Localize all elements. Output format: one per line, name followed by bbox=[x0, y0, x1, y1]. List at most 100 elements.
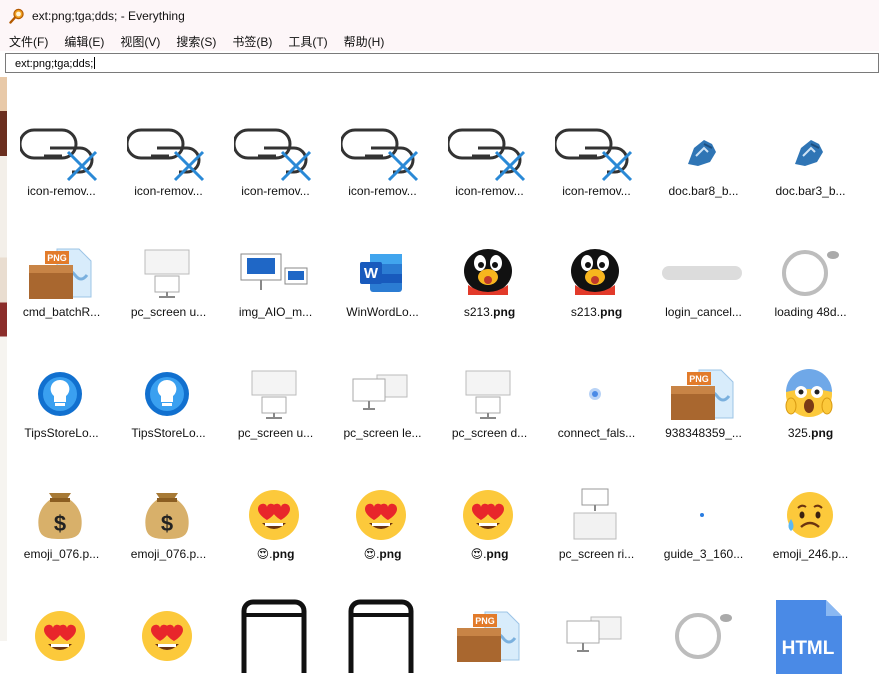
word-logo-icon: W bbox=[341, 233, 421, 313]
file-thumbnail-item[interactable]: pc_screen u... bbox=[222, 326, 329, 447]
dual-monitor-icon bbox=[555, 596, 635, 676]
file-name-label: guide_3_160... bbox=[663, 547, 744, 561]
file-thumbnail-item[interactable] bbox=[8, 568, 115, 689]
file-name-label: 😍.png bbox=[256, 547, 295, 561]
svg-text:PNG: PNG bbox=[475, 616, 495, 626]
file-name-label: loading 48d... bbox=[774, 305, 847, 319]
file-thumbnail-item[interactable]: login_cancel... bbox=[650, 205, 757, 326]
file-name-label: s213.png bbox=[570, 305, 623, 319]
file-thumbnail-item[interactable]: icon-remov... bbox=[436, 84, 543, 205]
file-name-label: icon-remov... bbox=[562, 184, 631, 198]
file-thumbnail-item[interactable] bbox=[222, 568, 329, 689]
file-thumbnail-item[interactable]: $ emoji_076.p... bbox=[115, 447, 222, 568]
dual-monitor-icon bbox=[341, 354, 421, 434]
file-thumbnail-item[interactable] bbox=[329, 568, 436, 689]
file-thumbnail-item[interactable]: connect_fals... bbox=[543, 326, 650, 447]
file-thumbnail-item[interactable]: icon-remov... bbox=[8, 84, 115, 205]
file-name-label: emoji_246.p... bbox=[772, 547, 849, 561]
file-thumbnail-item[interactable]: loading 48d... bbox=[757, 205, 864, 326]
file-name-label: 😍.png bbox=[363, 547, 402, 561]
blue-dot-icon bbox=[555, 354, 635, 434]
file-name-label: doc.bar8_b... bbox=[668, 184, 739, 198]
heart-eyes-emoji-icon bbox=[341, 475, 421, 555]
hand-blue-icon bbox=[662, 112, 742, 192]
file-thumbnail-item[interactable]: icon-remov... bbox=[329, 84, 436, 205]
svg-text:$: $ bbox=[161, 511, 173, 536]
file-thumbnail-item[interactable]: 😍.png bbox=[222, 447, 329, 568]
file-name-label: connect_fals... bbox=[557, 426, 636, 440]
file-name-label: pc_screen u... bbox=[237, 426, 314, 440]
file-name-label: WinWordLo... bbox=[346, 305, 419, 319]
file-name-label: icon-remov... bbox=[134, 184, 203, 198]
monitor-icon bbox=[234, 354, 314, 434]
file-thumbnail-item[interactable]: TipsStoreLo... bbox=[115, 326, 222, 447]
file-thumbnail-item[interactable]: guide_3_160... bbox=[650, 447, 757, 568]
file-thumbnail-item[interactable] bbox=[543, 568, 650, 689]
file-thumbnail-item[interactable]: img_AIO_m... bbox=[222, 205, 329, 326]
heart-eyes-emoji-icon bbox=[20, 596, 100, 676]
file-thumbnail-item[interactable]: pc_screen u... bbox=[115, 205, 222, 326]
remove-link-icon bbox=[341, 112, 421, 192]
monitor-stack-icon bbox=[555, 475, 635, 555]
file-name-label: pc_screen d... bbox=[451, 426, 528, 440]
file-thumbnail-item[interactable]: pc_screen le... bbox=[329, 326, 436, 447]
loading-ring-icon bbox=[662, 596, 742, 676]
heart-eyes-emoji-icon bbox=[234, 475, 314, 555]
two-screens-icon bbox=[234, 233, 314, 313]
file-thumbnail-item[interactable]: icon-remov... bbox=[115, 84, 222, 205]
qq-penguin-icon bbox=[555, 233, 635, 313]
file-thumbnail-item[interactable]: $ emoji_076.p... bbox=[8, 447, 115, 568]
file-thumbnail-item[interactable] bbox=[650, 568, 757, 689]
svg-text:PNG: PNG bbox=[689, 374, 709, 384]
file-thumbnail-item[interactable]: pc_screen ri... bbox=[543, 447, 650, 568]
sad-sweat-emoji-icon bbox=[769, 475, 849, 555]
file-name-label: icon-remov... bbox=[348, 184, 417, 198]
file-name-label: pc_screen u... bbox=[130, 305, 207, 319]
file-thumbnail-item[interactable]: pc_screen d... bbox=[436, 326, 543, 447]
file-thumbnail-item[interactable]: W WinWordLo... bbox=[329, 205, 436, 326]
file-thumbnail-item[interactable]: TipsStoreLo... bbox=[8, 326, 115, 447]
file-thumbnail-item[interactable]: 325.png bbox=[757, 326, 864, 447]
svg-text:$: $ bbox=[54, 511, 66, 536]
file-thumbnail-item[interactable]: 😍.png bbox=[329, 447, 436, 568]
file-thumbnail-item[interactable]: s213.png bbox=[543, 205, 650, 326]
file-thumbnail-item[interactable] bbox=[115, 568, 222, 689]
file-thumbnail-item[interactable]: PNG cmd_batchR... bbox=[8, 205, 115, 326]
gray-pill-icon bbox=[662, 233, 742, 313]
file-thumbnail-item[interactable]: HTML bbox=[757, 568, 864, 689]
heart-eyes-emoji-icon bbox=[127, 596, 207, 676]
phone-outline-icon bbox=[234, 596, 314, 676]
file-thumbnail-item[interactable]: doc.bar3_b... bbox=[757, 84, 864, 205]
file-thumbnail-item[interactable]: icon-remov... bbox=[222, 84, 329, 205]
hand-blue-icon bbox=[769, 112, 849, 192]
bulb-logo-icon bbox=[20, 354, 100, 434]
scream-emoji-icon bbox=[769, 354, 849, 434]
loading-ring-icon bbox=[769, 233, 849, 313]
heart-eyes-emoji-icon bbox=[448, 475, 528, 555]
svg-text:PNG: PNG bbox=[47, 253, 67, 263]
file-thumbnail-item[interactable]: s213.png bbox=[436, 205, 543, 326]
file-name-label: 938348359_... bbox=[665, 426, 742, 440]
file-thumbnail-item[interactable]: doc.bar8_b... bbox=[650, 84, 757, 205]
file-thumbnail-item[interactable]: 😍.png bbox=[436, 447, 543, 568]
file-name-label: TipsStoreLo... bbox=[131, 426, 206, 440]
file-thumbnail-item[interactable]: PNG 938348359_... bbox=[650, 326, 757, 447]
file-thumbnail-item[interactable]: PNG bbox=[436, 568, 543, 689]
phone-outline-icon bbox=[341, 596, 421, 676]
monitor-icon bbox=[127, 233, 207, 313]
file-name-label: icon-remov... bbox=[27, 184, 96, 198]
file-name-label: emoji_076.p... bbox=[130, 547, 207, 561]
file-name-label: pc_screen le... bbox=[343, 426, 422, 440]
file-name-label: pc_screen ri... bbox=[558, 547, 635, 561]
html-file-icon: HTML bbox=[769, 596, 849, 676]
bulb-logo-icon bbox=[127, 354, 207, 434]
qq-penguin-icon bbox=[448, 233, 528, 313]
remove-link-icon bbox=[555, 112, 635, 192]
file-name-label: 😍.png bbox=[470, 547, 509, 561]
file-name-label: 325.png bbox=[787, 426, 834, 440]
remove-link-icon bbox=[234, 112, 314, 192]
file-thumbnail-item[interactable]: emoji_246.p... bbox=[757, 447, 864, 568]
small-dot-icon bbox=[662, 475, 742, 555]
png-box-icon: PNG bbox=[662, 354, 742, 434]
file-thumbnail-item[interactable]: icon-remov... bbox=[543, 84, 650, 205]
